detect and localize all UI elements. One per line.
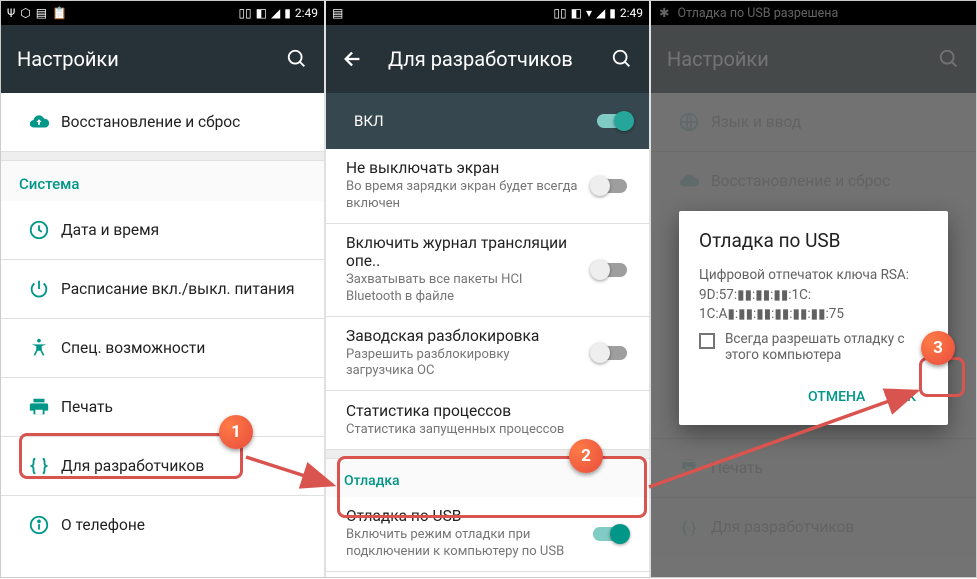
app-bar: Настройки (1, 25, 324, 93)
section-system: Система (1, 161, 324, 201)
sim-icon: ◧ (256, 6, 267, 20)
switch-hci[interactable] (593, 263, 627, 277)
row-process-stats[interactable]: Статистика процессовСтатистика запущенны… (326, 391, 649, 449)
search-icon[interactable] (611, 48, 633, 70)
row-oem-unlock[interactable]: Заводская разблокировкаРазрешить разблок… (326, 317, 649, 391)
master-toggle-label: ВКЛ (354, 112, 384, 130)
power-icon (17, 278, 61, 300)
page-title: Настройки (17, 47, 286, 71)
braces-icon (17, 455, 61, 477)
info-icon (17, 514, 61, 536)
screen-usb-dialog: ✱ Отладка по USB разрешена Настройки Язы… (651, 1, 976, 577)
checkbox-icon[interactable] (699, 333, 715, 349)
page-title: Для разработчиков (388, 47, 611, 71)
shield-icon: ⬡ (20, 6, 30, 20)
clock-icon (17, 219, 61, 241)
master-toggle-switch[interactable] (597, 114, 631, 128)
back-arrow-icon[interactable] (342, 48, 364, 70)
section-debugging: Отладка (326, 459, 649, 497)
accessibility-icon (17, 337, 61, 359)
row-stay-awake[interactable]: Не выключать экранВо время зарядки экран… (326, 149, 649, 223)
row-usb-debugging[interactable]: Отладка по USBВключить режим отладки при… (326, 497, 649, 571)
row-printing[interactable]: Печать (1, 378, 324, 436)
switch-stay-awake[interactable] (593, 179, 627, 193)
usb-debug-dialog: Отладка по USB Цифровой отпечаток ключа … (679, 211, 948, 425)
row-revoke-usb[interactable]: Запретить доступ для USB-отладки (326, 572, 649, 577)
ok-button[interactable]: ОК (885, 379, 928, 415)
paper-icon: ▤ (36, 6, 47, 20)
status-bar: ▤ ▯▯◧▾◢▮2:49 (326, 1, 649, 25)
status-bar: Ψ ⬡ ▤ 📋 ▯▯ ◧ ◢ ▮ 2:49 (1, 1, 324, 25)
print-icon (17, 396, 61, 418)
app-bar: Для разработчиков (326, 25, 649, 93)
switch-usb-debug[interactable] (593, 527, 627, 541)
row-accessibility[interactable]: Спец. возможности (1, 319, 324, 377)
search-icon[interactable] (286, 48, 308, 70)
psi-icon: Ψ (7, 6, 15, 20)
clipboard-icon: 📋 (52, 6, 67, 20)
clock: 2:49 (295, 6, 318, 20)
row-backup-reset[interactable]: Восстановление и сброс (1, 93, 324, 151)
row-date-time[interactable]: Дата и время (1, 201, 324, 259)
row-developer-options[interactable]: Для разработчиков (1, 437, 324, 495)
switch-oem[interactable] (593, 346, 627, 360)
dialog-title: Отладка по USB (699, 229, 928, 252)
row-about-phone[interactable]: О телефоне (1, 496, 324, 554)
vibrate-icon: ▯▯ (238, 6, 251, 20)
always-allow-checkbox[interactable]: Всегда разрешать отладку с этого компьют… (699, 331, 928, 363)
screen-settings: Ψ ⬡ ▤ 📋 ▯▯ ◧ ◢ ▮ 2:49 Настройки Восстано… (1, 1, 326, 577)
row-power-schedule[interactable]: Расписание вкл./выкл. питания (1, 260, 324, 318)
cloud-upload-icon (17, 111, 61, 133)
master-toggle-row[interactable]: ВКЛ (326, 93, 649, 149)
cancel-button[interactable]: ОТМЕНА (796, 379, 877, 415)
signal-icon: ◢ (271, 6, 280, 20)
battery-icon: ▮ (284, 6, 291, 20)
screen-developer-options: ▤ ▯▯◧▾◢▮2:49 Для разработчиков ВКЛ Не вы… (326, 1, 651, 577)
row-bt-hci-log[interactable]: Включить журнал трансляции опе..Захватыв… (326, 224, 649, 316)
